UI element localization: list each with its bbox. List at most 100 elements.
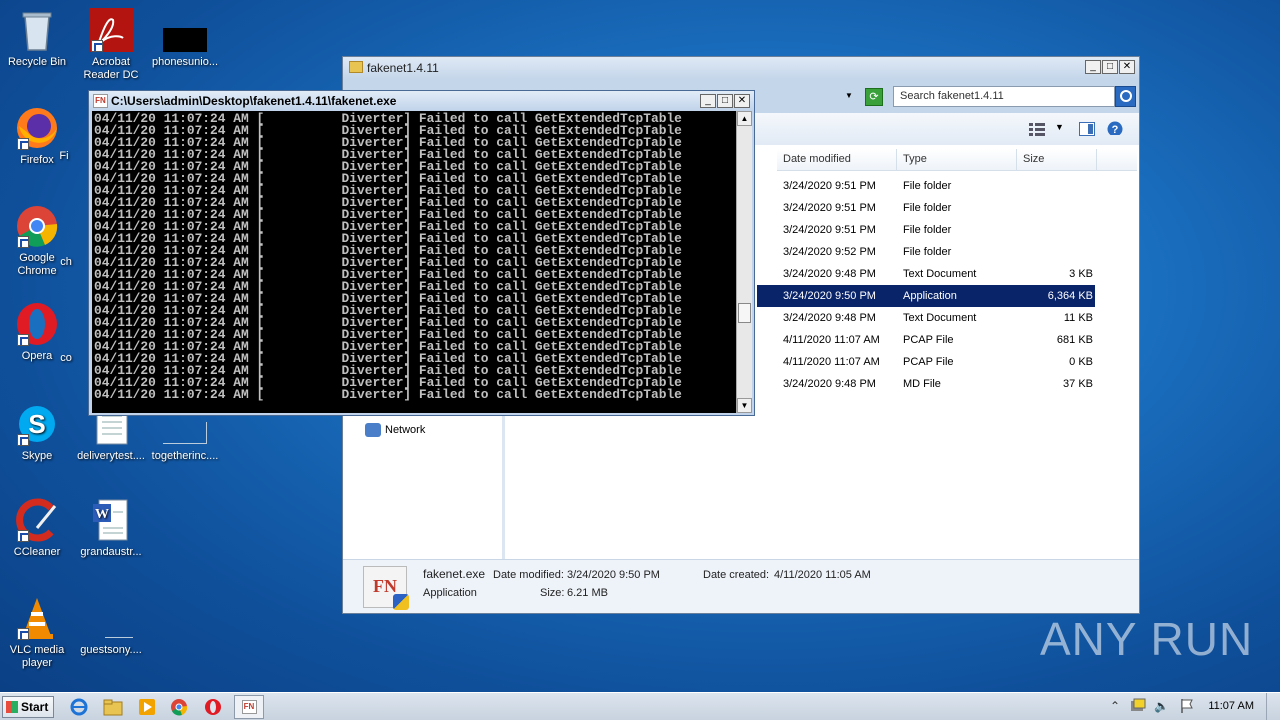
word-doc-icon: W xyxy=(89,498,133,542)
file-row[interactable]: 4/11/2020 11:07 AM PCAP File 0 KB xyxy=(757,351,1095,373)
desktop-icon-acrobat[interactable]: Acrobat Reader DC xyxy=(74,8,148,82)
file-type: Text Document xyxy=(903,268,977,280)
file-type: PCAP File xyxy=(903,356,954,368)
view-dropdown-icon[interactable]: ▼ xyxy=(1055,122,1071,136)
refresh-button[interactable]: ⟳ xyxy=(865,88,883,106)
desktop-icon-phonesunion[interactable]: phonesunio... xyxy=(148,8,222,69)
console-titlebar[interactable]: FN C:\Users\admin\Desktop\fakenet1.4.11\… xyxy=(89,91,754,111)
recycle-bin-icon xyxy=(15,8,59,52)
firefox-icon xyxy=(15,106,59,150)
file-row[interactable]: 3/24/2020 9:51 PM File folder xyxy=(757,175,1095,197)
scroll-up-arrow-icon[interactable]: ▲ xyxy=(737,111,752,126)
flag-icon[interactable] xyxy=(1180,698,1194,714)
file-icon xyxy=(163,8,207,52)
search-input[interactable]: Search fakenet1.4.11 xyxy=(893,86,1115,107)
start-button[interactable]: Start xyxy=(2,696,54,718)
console-minimize-button[interactable]: _ xyxy=(700,94,716,108)
file-row[interactable]: 4/11/2020 11:07 AM PCAP File 681 KB xyxy=(757,329,1095,351)
view-options-icon[interactable] xyxy=(1029,122,1045,136)
desktop-icon-partial-1[interactable]: Fi xyxy=(44,150,84,163)
details-size: 6.21 MB xyxy=(567,587,608,599)
shortcut-arrow-icon xyxy=(17,236,29,248)
taskbar-ie[interactable] xyxy=(64,695,94,719)
file-date: 3/24/2020 9:52 PM xyxy=(783,246,876,258)
file-date: 4/11/2020 11:07 AM xyxy=(783,356,880,368)
file-row[interactable]: 3/24/2020 9:51 PM File folder xyxy=(757,197,1095,219)
desktop-icon-ccleaner[interactable]: CCleaner xyxy=(0,498,74,559)
column-extra xyxy=(1097,149,1137,170)
desktop-icon-skype[interactable]: S Skype xyxy=(0,402,74,463)
file-type: File folder xyxy=(903,224,952,236)
fakenet-app-icon: FN xyxy=(363,566,409,610)
console-output[interactable]: 04/11/20 11:07:24 AM [ Diverter] Failed … xyxy=(92,111,736,413)
taskbar-opera[interactable] xyxy=(198,695,228,719)
file-size: 681 KB xyxy=(1056,334,1093,346)
desktop-icon-grandaustr[interactable]: W grandaustr... xyxy=(74,498,148,559)
maximize-button[interactable]: □ xyxy=(1102,60,1118,74)
details-filename: fakenet.exe xyxy=(423,567,486,581)
scroll-down-arrow-icon[interactable]: ▼ xyxy=(737,398,752,413)
file-type: MD File xyxy=(903,378,941,390)
file-date: 3/24/2020 9:48 PM xyxy=(783,378,876,390)
nav-item-network[interactable]: Network xyxy=(365,423,425,437)
file-row[interactable]: 3/24/2020 9:48 PM Text Document 11 KB xyxy=(757,307,1095,329)
ccleaner-icon xyxy=(15,498,59,542)
taskbar-chrome[interactable] xyxy=(164,695,194,719)
file-row[interactable]: 3/24/2020 9:48 PM Text Document 3 KB xyxy=(757,263,1095,285)
shortcut-arrow-icon xyxy=(91,40,103,52)
network-icon xyxy=(365,423,381,437)
console-scrollbar[interactable]: ▲ ▼ xyxy=(736,111,752,413)
column-type[interactable]: Type xyxy=(897,149,1017,170)
svg-text:?: ? xyxy=(1112,124,1119,135)
file-type: File folder xyxy=(903,180,952,192)
file-date: 3/24/2020 9:48 PM xyxy=(783,312,876,324)
scroll-thumb[interactable] xyxy=(738,303,751,323)
minimize-button[interactable]: _ xyxy=(1085,60,1101,74)
desktop-icon-recycle-bin[interactable]: Recycle Bin xyxy=(0,8,74,69)
action-center-icon[interactable] xyxy=(1130,698,1146,714)
opera-icon xyxy=(205,699,221,715)
file-row[interactable]: 3/24/2020 9:51 PM File folder xyxy=(757,219,1095,241)
file-size: 11 KB xyxy=(1063,312,1093,324)
address-dropdown-icon[interactable]: ▼ xyxy=(845,91,853,100)
clock[interactable]: 11:07 AM xyxy=(1208,700,1254,712)
column-date-modified[interactable]: Date modified xyxy=(777,149,897,170)
desktop-icon-vlc[interactable]: VLC media player xyxy=(0,596,74,670)
shortcut-arrow-icon xyxy=(17,628,29,640)
preview-pane-icon[interactable] xyxy=(1079,122,1095,136)
shortcut-arrow-icon xyxy=(17,434,29,446)
tray-expand-icon[interactable]: ⌃ xyxy=(1110,699,1120,713)
file-date: 4/11/2020 11:07 AM xyxy=(783,334,880,346)
column-size[interactable]: Size xyxy=(1017,149,1097,170)
desktop-icon-partial-2[interactable]: ch xyxy=(44,256,88,269)
folder-icon xyxy=(349,61,363,73)
file-size: 3 KB xyxy=(1069,268,1093,280)
taskbar-fakenet[interactable]: FN xyxy=(234,695,264,719)
file-type: PCAP File xyxy=(903,334,954,346)
file-type: Text Document xyxy=(903,312,977,324)
console-window[interactable]: FN C:\Users\admin\Desktop\fakenet1.4.11\… xyxy=(88,90,755,416)
search-icon[interactable] xyxy=(1115,86,1136,107)
desktop-icon-guestsony[interactable]: guestsony.... xyxy=(74,596,148,657)
svg-text:S: S xyxy=(28,409,45,439)
help-icon[interactable]: ? xyxy=(1107,121,1123,135)
taskbar-media-player[interactable] xyxy=(132,695,162,719)
file-row[interactable]: 3/24/2020 9:52 PM File folder xyxy=(757,241,1095,263)
console-close-button[interactable]: ✕ xyxy=(734,94,750,108)
shortcut-arrow-icon xyxy=(17,138,29,150)
close-button[interactable]: ✕ xyxy=(1119,60,1135,74)
details-date-created-label: Date created: xyxy=(703,569,770,581)
anyrun-watermark: ANY RUN xyxy=(1040,613,1254,665)
opera-icon xyxy=(15,302,59,346)
file-type: File folder xyxy=(903,202,952,214)
fakenet-icon: FN xyxy=(241,700,257,714)
explorer-title: fakenet1.4.11 xyxy=(367,61,439,75)
file-row[interactable]: 3/24/2020 9:48 PM MD File 37 KB xyxy=(757,373,1095,395)
console-maximize-button[interactable]: □ xyxy=(717,94,733,108)
taskbar-explorer[interactable] xyxy=(98,695,128,719)
desktop-icon-partial-3[interactable]: co xyxy=(44,352,88,365)
explorer-titlebar[interactable]: fakenet1.4.11 _ □ ✕ xyxy=(343,57,1139,79)
show-desktop-button[interactable] xyxy=(1266,693,1280,720)
file-row[interactable]: 3/24/2020 9:50 PM Application 6,364 KB xyxy=(757,285,1095,307)
volume-icon[interactable]: 🔈 xyxy=(1154,699,1169,713)
